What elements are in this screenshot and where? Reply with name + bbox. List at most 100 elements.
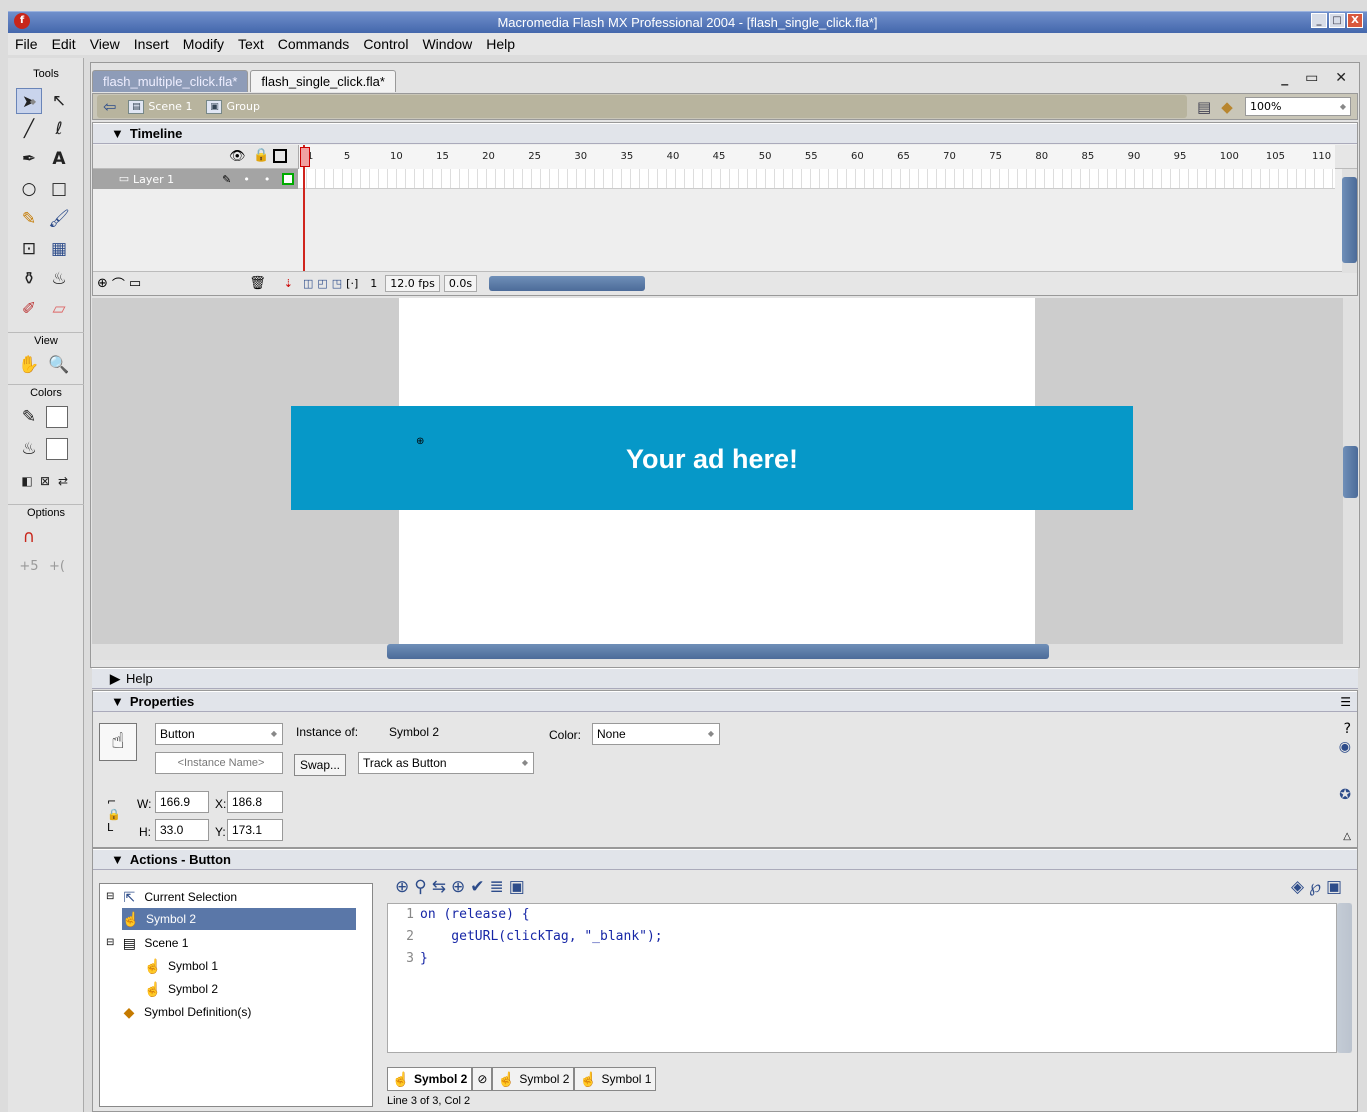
swap-button[interactable]: Swap...: [294, 754, 347, 776]
properties-header[interactable]: ▼ Properties: [93, 691, 1357, 712]
auto-format-icon[interactable]: ≣: [489, 877, 508, 897]
pencil-tool-icon[interactable]: ✎: [16, 206, 42, 232]
menu-insert[interactable]: Insert: [127, 36, 176, 52]
timeline-header[interactable]: ▼ Timeline: [93, 123, 1357, 144]
zoom-tool-icon[interactable]: 🔍: [46, 352, 72, 378]
collapse-panel-icon[interactable]: △: [1343, 831, 1351, 842]
maximize-icon[interactable]: □: [1329, 13, 1345, 28]
pen-tool-icon[interactable]: ✒: [16, 146, 42, 172]
minimize-icon[interactable]: _: [1311, 13, 1327, 28]
brush-tool-icon[interactable]: 🖌: [46, 206, 72, 232]
script-tab-symbol-1[interactable]: ☝ Symbol 1: [574, 1067, 657, 1091]
script-tab-symbol-2-active[interactable]: ☝ Symbol 2: [387, 1067, 473, 1091]
menu-commands[interactable]: Commands: [271, 36, 357, 52]
timeline-scrollbar[interactable]: [489, 276, 646, 291]
banner-text[interactable]: Your ad here!: [291, 444, 1133, 475]
reference-icon[interactable]: ℘: [1309, 877, 1326, 897]
layer-lock-dot[interactable]: •: [264, 173, 271, 186]
breadcrumb-group[interactable]: ▣ Group: [206, 99, 260, 114]
lock-icon[interactable]: 🔒: [253, 148, 269, 163]
eyedropper-tool-icon[interactable]: ✐: [16, 296, 42, 322]
frame-rate[interactable]: 12.0 fps: [385, 275, 440, 292]
insert-target-path-icon[interactable]: ⊕: [451, 877, 470, 897]
lasso-tool-icon[interactable]: ℓ: [46, 116, 72, 142]
menu-file[interactable]: File: [8, 36, 45, 52]
onion-outline-icon[interactable]: ◰: [317, 277, 327, 290]
stroke-color-icon[interactable]: ✎: [16, 404, 42, 430]
tree-current-selection[interactable]: ⊟ ⇱ Current Selection: [106, 886, 354, 908]
smooth-icon[interactable]: +5: [16, 554, 42, 580]
menu-text[interactable]: Text: [231, 36, 271, 52]
menu-modify[interactable]: Modify: [176, 36, 231, 52]
width-input[interactable]: 166.9: [155, 791, 209, 813]
ad-banner[interactable]: Your ad here!: [291, 406, 1133, 510]
edit-multiple-frames-icon[interactable]: ◳: [332, 277, 342, 290]
collapse-box-icon[interactable]: ⊟: [106, 886, 114, 908]
stage-vscroll[interactable]: [1343, 298, 1358, 644]
show-code-hint-icon[interactable]: ▣: [509, 877, 530, 897]
actions-header[interactable]: ▼ Actions - Button: [93, 849, 1357, 870]
pin-script-icon[interactable]: ⊘: [472, 1067, 493, 1091]
add-folder-icon[interactable]: ▭: [129, 276, 141, 291]
free-transform-tool-icon[interactable]: ⊡: [16, 236, 42, 262]
playhead[interactable]: [300, 145, 310, 290]
menu-control[interactable]: Control: [356, 36, 415, 52]
text-tool-icon[interactable]: A: [46, 146, 72, 172]
stage-hscroll[interactable]: [92, 644, 1358, 660]
collapse-box-icon[interactable]: ⊟: [106, 932, 114, 954]
line-tool-icon[interactable]: ╱: [16, 116, 42, 142]
menu-help[interactable]: Help: [479, 36, 522, 52]
check-syntax-icon[interactable]: ✔: [470, 877, 489, 897]
tree-symbol-2[interactable]: ☝ Symbol 2: [144, 978, 344, 1000]
fill-color-swatch[interactable]: [46, 438, 68, 460]
layer-row[interactable]: ▭ Layer 1 ✎ • •: [93, 169, 298, 189]
outline-icon[interactable]: [273, 149, 287, 163]
debug-options-icon[interactable]: ◈: [1291, 877, 1309, 897]
stroke-color-swatch[interactable]: [46, 406, 68, 428]
layer-outline-square[interactable]: [282, 173, 295, 185]
flash-app-icon[interactable]: f: [14, 13, 30, 29]
tree-symbol-1[interactable]: ☝ Symbol 1: [144, 955, 344, 977]
close-icon[interactable]: X: [1347, 13, 1363, 28]
frames-row[interactable]: [298, 169, 1335, 189]
rectangle-tool-icon[interactable]: □: [46, 176, 72, 202]
menu-window[interactable]: Window: [415, 36, 479, 52]
tree-scene-1[interactable]: ⊟ ▤ Scene 1: [106, 932, 354, 954]
fill-color-icon[interactable]: ♨: [16, 436, 42, 462]
snap-magnet-icon[interactable]: ∩: [16, 524, 42, 550]
height-input[interactable]: 33.0: [155, 819, 209, 841]
breadcrumb-scene[interactable]: ▤ Scene 1: [128, 99, 192, 114]
panel-options-icon[interactable]: ☰: [1340, 695, 1351, 709]
zoom-select[interactable]: 100%: [1245, 97, 1351, 116]
straighten-icon[interactable]: +(: [44, 554, 70, 580]
add-layer-icon[interactable]: ⊕: [97, 276, 108, 291]
add-guide-layer-icon[interactable]: ⌒: [112, 274, 125, 293]
script-editor[interactable]: 1 on (release) { 2 getURL(clickTag, "_bla…: [387, 903, 1337, 1053]
tab-flash-multiple-click[interactable]: flash_multiple_click.fla*: [92, 70, 249, 92]
accessibility-icon[interactable]: ✪: [1339, 787, 1351, 803]
view-options-icon[interactable]: ▣: [1326, 877, 1347, 897]
center-frame-icon[interactable]: ⇣: [284, 277, 293, 290]
x-input[interactable]: 186.8: [227, 791, 283, 813]
lock-proportions-icon[interactable]: ⌐ 🔒 L: [107, 795, 121, 834]
eye-icon[interactable]: 👁: [229, 149, 246, 164]
add-statement-icon[interactable]: ⊕: [395, 877, 414, 897]
edit-symbols-icon[interactable]: ◆: [1221, 98, 1233, 116]
oval-tool-icon[interactable]: ○: [16, 176, 42, 202]
tab-flash-single-click[interactable]: flash_single_click.fla*: [250, 70, 396, 92]
script-vscroll[interactable]: [1337, 903, 1352, 1053]
eraser-tool-icon[interactable]: ▱: [46, 296, 72, 322]
color-effect-select[interactable]: None: [592, 723, 720, 745]
subselect-tool-icon[interactable]: ↖: [46, 88, 72, 114]
script-tab-symbol-2[interactable]: ☝ Symbol 2: [492, 1067, 575, 1091]
edit-scene-icon[interactable]: ▤: [1197, 98, 1211, 116]
replace-icon[interactable]: ⇆: [432, 877, 451, 897]
timeline-vscroll[interactable]: [1342, 169, 1357, 273]
fill-transform-tool-icon[interactable]: ▦: [46, 236, 72, 262]
layer-visible-dot[interactable]: •: [243, 173, 250, 186]
edit-actions-icon[interactable]: ◉: [1339, 739, 1351, 755]
back-arrow-icon[interactable]: ⇦: [103, 97, 116, 116]
ink-bottle-tool-icon[interactable]: ⚱: [16, 266, 42, 292]
find-icon[interactable]: ⚲: [414, 877, 431, 897]
document-window-controls[interactable]: _ ▭ ✕: [1281, 70, 1353, 86]
